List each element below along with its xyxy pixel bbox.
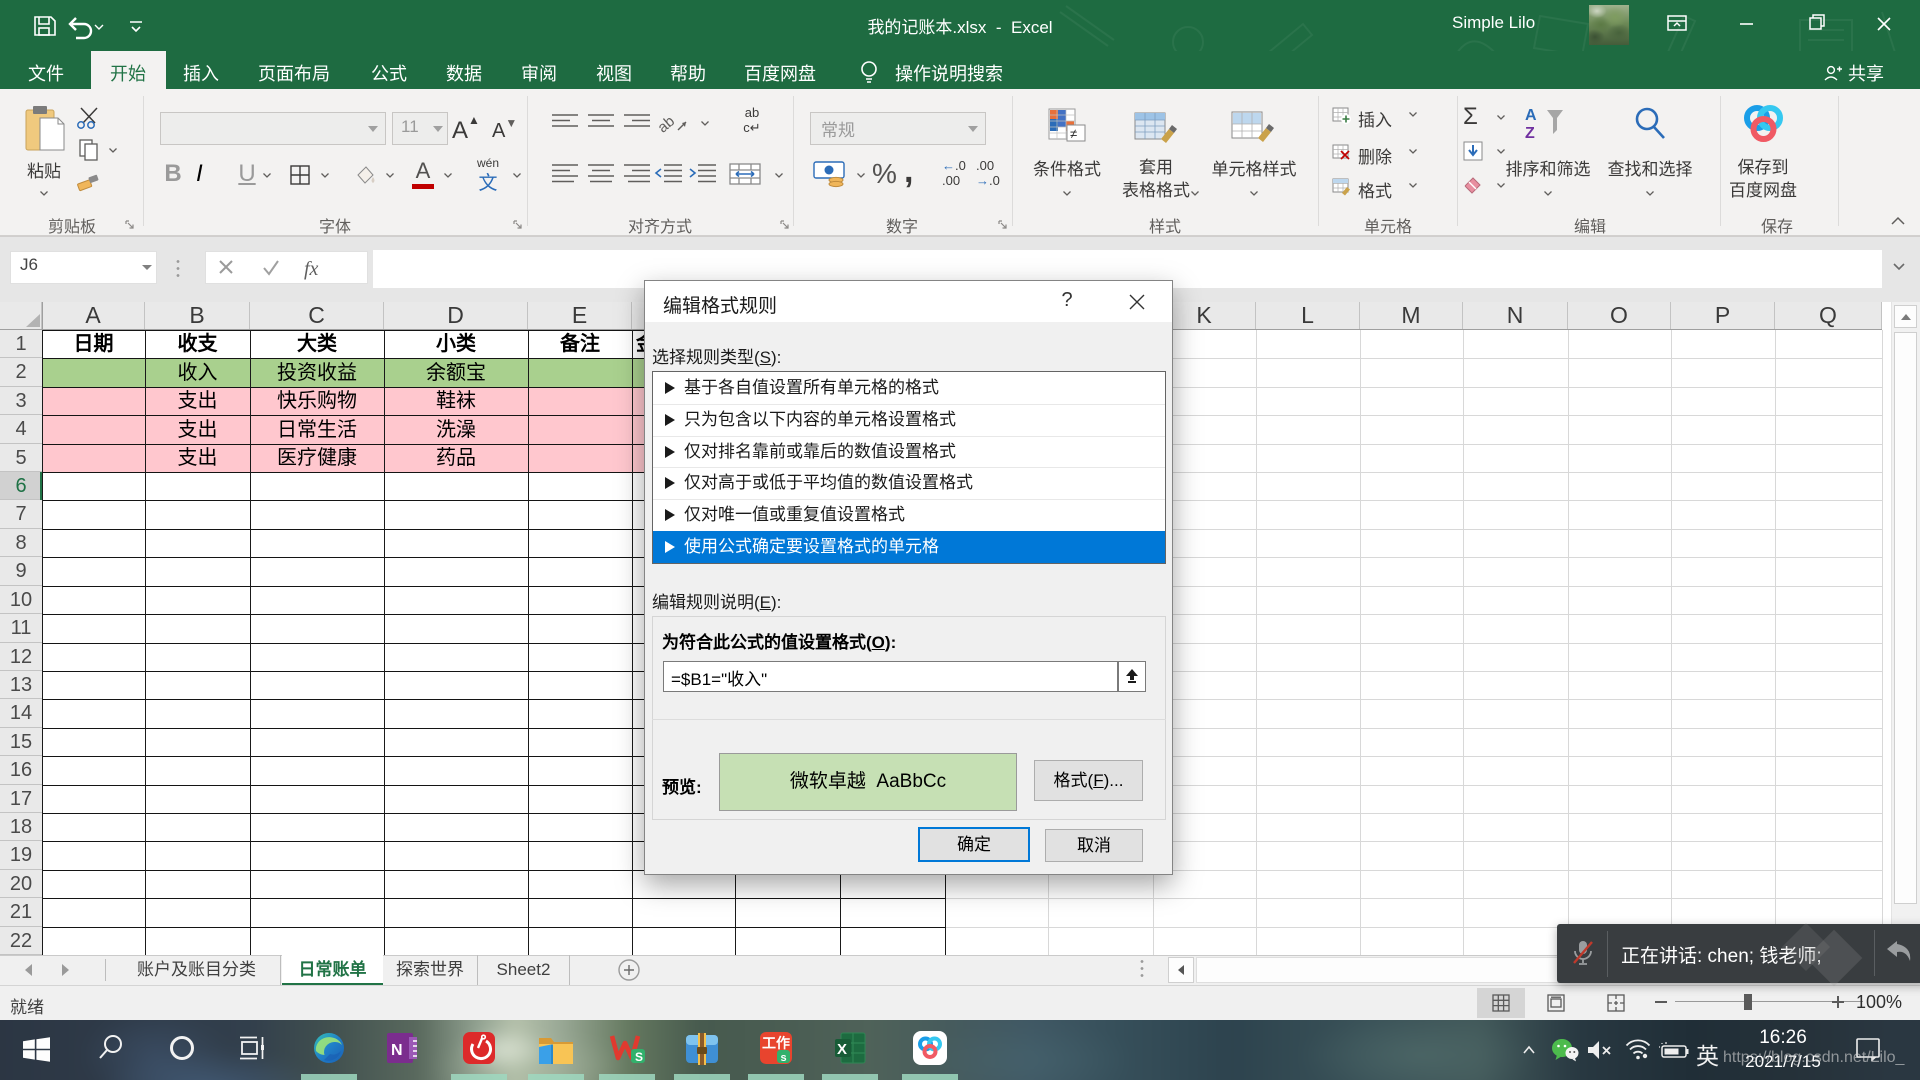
svg-text:fx: fx [304,258,319,280]
svg-text:ab: ab [658,113,678,136]
svg-text:N: N [391,1042,403,1059]
svg-text:s: s [781,1052,787,1064]
svg-text:X: X [837,1041,847,1058]
svg-text:≠: ≠ [1070,126,1077,141]
svg-text:Z: Z [1525,125,1535,142]
svg-text:工作: 工作 [762,1035,790,1051]
svg-text:A: A [1525,107,1537,124]
svg-text:S: S [635,1050,643,1064]
